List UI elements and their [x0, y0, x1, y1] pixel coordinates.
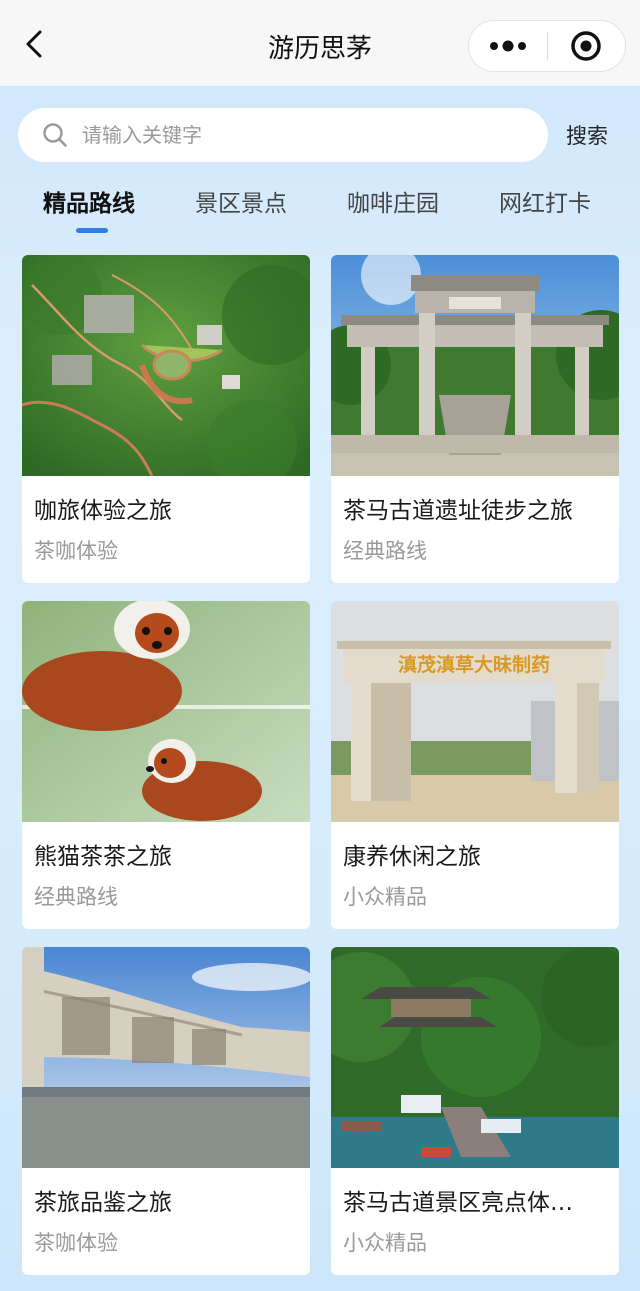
card-title: 茶马古道遗址徒步之旅	[343, 498, 573, 524]
aerial-green-hills-photo	[22, 255, 310, 476]
lake-pavilion-photo	[331, 947, 619, 1168]
card-subtitle: 小众精品	[343, 885, 427, 909]
target-circle-icon	[571, 31, 601, 61]
red-panda-photo	[22, 601, 310, 822]
tab-checkin-spots[interactable]: 网红打卡	[499, 184, 591, 218]
route-card[interactable]: 茶旅品鉴之旅 茶咖体验	[22, 947, 310, 1275]
route-card[interactable]: 滇茂滇草大昧制药 康养休闲之旅 小众精品	[331, 601, 619, 929]
navbar: 游历思茅	[0, 0, 640, 86]
card-subtitle: 小众精品	[343, 1231, 427, 1255]
card-subtitle: 经典路线	[34, 885, 118, 909]
tab-coffee-estates[interactable]: 咖啡庄园	[347, 184, 439, 218]
search-bar	[18, 108, 548, 162]
card-title: 茶马古道景区亮点体…	[343, 1190, 573, 1216]
active-tab-indicator	[76, 228, 108, 233]
close-button[interactable]	[548, 21, 626, 71]
tab-premium-routes[interactable]: 精品路线	[43, 184, 135, 218]
more-button[interactable]	[469, 21, 547, 71]
card-subtitle: 茶咖体验	[34, 539, 118, 563]
card-title: 康养休闲之旅	[343, 844, 481, 870]
card-subtitle: 经典路线	[343, 539, 427, 563]
search-input[interactable]	[82, 123, 482, 147]
more-dots-icon	[489, 40, 526, 52]
route-card[interactable]: 茶马古道景区亮点体… 小众精品	[331, 947, 619, 1275]
card-subtitle: 茶咖体验	[34, 1231, 118, 1255]
card-title: 咖旅体验之旅	[34, 498, 172, 524]
card-title: 熊猫茶茶之旅	[34, 844, 172, 870]
search-icon	[43, 123, 67, 147]
route-card[interactable]: 咖旅体验之旅 茶咖体验	[22, 255, 310, 583]
pharmaceutical-gate-photo: 滇茂滇草大昧制药	[331, 601, 619, 822]
stone-archway-photo	[331, 255, 619, 476]
tab-scenic-spots[interactable]: 景区景点	[195, 184, 287, 218]
gate-sign-text: 滇茂滇草大昧制药	[398, 653, 550, 676]
route-card[interactable]: 茶马古道遗址徒步之旅 经典路线	[331, 255, 619, 583]
route-card[interactable]: 熊猫茶茶之旅 经典路线	[22, 601, 310, 929]
carved-stone-pavilion-photo	[22, 947, 310, 1168]
search-button[interactable]: 搜索	[566, 120, 608, 150]
card-title: 茶旅品鉴之旅	[34, 1190, 172, 1216]
mini-program-capsule	[468, 20, 626, 72]
